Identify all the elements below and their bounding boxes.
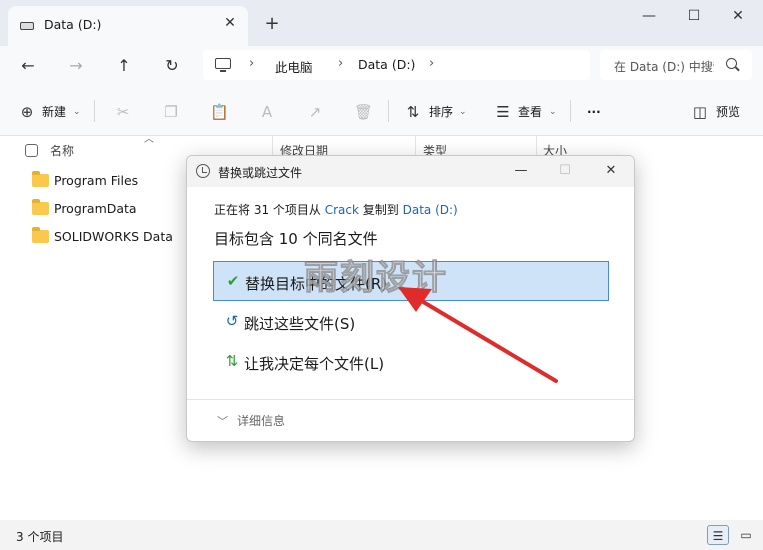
computer-icon — [215, 58, 231, 72]
divider — [187, 399, 634, 400]
preview-pane-icon: ◫ — [692, 103, 708, 121]
item-count: 3 个项目 — [16, 530, 64, 544]
tab-close-icon[interactable]: ✕ — [220, 13, 240, 33]
option-label: 让我决定每个文件(L) — [244, 355, 385, 373]
compare-files-icon: ⇅ — [225, 352, 239, 370]
divider — [388, 100, 389, 122]
navigation-bar: ← → ↑ ↻ › 此电脑 › Data (D:) › 在 Data (D:) … — [0, 46, 763, 86]
new-plus-icon: ⊕ — [20, 103, 34, 121]
chevron-down-icon: ⌄ — [73, 107, 81, 117]
chevron-down-icon: ⌄ — [549, 107, 557, 117]
dialog-close-button[interactable]: ✕ — [599, 161, 623, 181]
search-box[interactable]: 在 Data (D:) 中搜索 — [600, 50, 752, 80]
destination-link[interactable]: Data (D:) — [403, 203, 458, 217]
folder-icon — [32, 171, 49, 187]
preview-button[interactable]: 预览 — [716, 101, 740, 123]
skip-files-option[interactable]: ↺ 跳过这些文件(S) — [213, 302, 609, 342]
file-name: Program Files — [54, 173, 139, 188]
watermark: 雨刻设计 — [304, 258, 448, 299]
dialog-heading: 目标包含 10 个同名文件 — [214, 230, 378, 248]
copy-mid: 复制到 — [362, 203, 399, 217]
minimize-button[interactable]: — — [634, 6, 664, 26]
decide-each-file-option[interactable]: ⇅ 让我决定每个文件(L) — [213, 342, 609, 382]
more-options-button[interactable]: ··· — [587, 101, 601, 123]
breadcrumb-chevron-icon[interactable]: › — [249, 56, 254, 71]
clock-icon — [196, 164, 210, 178]
file-name: SOLIDWORKS Data — [54, 229, 173, 244]
more-details-button[interactable]: 详细信息 — [237, 412, 285, 429]
refresh-button[interactable]: ↻ — [160, 54, 184, 78]
breadcrumb-chevron-icon[interactable]: › — [338, 56, 343, 71]
option-label: 跳过这些文件(S) — [244, 315, 356, 333]
file-name: ProgramData — [54, 201, 137, 216]
list-item[interactable]: ProgramData — [32, 198, 192, 220]
new-button[interactable]: 新建 — [42, 101, 66, 123]
column-header-name[interactable]: 名称 — [50, 142, 74, 159]
search-icon — [726, 58, 737, 69]
sort-icon: ⇅ — [406, 103, 420, 121]
list-item[interactable]: Program Files — [32, 170, 192, 192]
title-bar: Data (D:) ✕ + — ☐ ✕ — [0, 0, 763, 46]
divider — [570, 100, 571, 122]
select-all-checkbox[interactable] — [25, 144, 38, 157]
breadcrumb-this-pc[interactable]: 此电脑 — [275, 57, 313, 76]
cut-icon[interactable]: ✂ — [114, 103, 132, 121]
copy-icon[interactable]: ❐ — [162, 103, 180, 121]
close-window-button[interactable]: ✕ — [723, 6, 753, 26]
command-bar: ⊕ 新建 ⌄ ✂ ❐ 📋 A ↗ 🗑 ⇅ 排序 ⌄ ☰ 查看 ⌄ ··· ◫ 预… — [0, 86, 763, 136]
undo-arrow-icon: ↺ — [225, 312, 239, 330]
tiles-view-button[interactable]: ▭ — [735, 525, 757, 545]
list-item[interactable]: SOLIDWORKS Data — [32, 226, 192, 248]
new-tab-button[interactable]: + — [262, 14, 282, 34]
copy-progress-text: 正在将 31 个项目从 Crack 复制到 Data (D:) — [214, 201, 458, 218]
breadcrumb-chevron-icon[interactable]: › — [429, 56, 434, 71]
dialog-minimize-button[interactable]: — — [509, 161, 533, 181]
view-icon: ☰ — [496, 103, 510, 121]
chevron-down-icon: ⌄ — [459, 107, 467, 117]
sort-button[interactable]: 排序 — [429, 101, 453, 123]
address-bar[interactable]: › 此电脑 › Data (D:) › — [203, 50, 590, 80]
breadcrumb-data-d[interactable]: Data (D:) — [358, 57, 415, 72]
paste-icon[interactable]: 📋 — [210, 103, 229, 121]
source-link[interactable]: Crack — [325, 203, 359, 217]
dialog-maximize-button: ☐ — [559, 163, 571, 178]
divider — [94, 100, 95, 122]
details-view-button[interactable]: ☰ — [707, 525, 729, 545]
back-button[interactable]: ← — [16, 54, 40, 78]
tab-title: Data (D:) — [44, 17, 102, 32]
copy-prefix: 正在将 31 个项目从 — [214, 203, 321, 217]
share-icon[interactable]: ↗ — [306, 103, 324, 121]
delete-icon[interactable]: 🗑 — [354, 103, 373, 121]
sort-ascending-icon: ︿ — [144, 134, 154, 145]
checkmark-icon: ✔ — [226, 272, 240, 290]
status-bar: 3 个项目 ☰ ▭ — [0, 520, 763, 550]
tab-data-d[interactable]: Data (D:) ✕ — [8, 6, 248, 46]
view-button[interactable]: 查看 — [518, 101, 542, 123]
rename-icon[interactable]: A — [258, 103, 276, 121]
drive-icon — [20, 22, 34, 30]
chevron-down-icon[interactable]: ﹀ — [217, 413, 228, 429]
search-input[interactable]: 在 Data (D:) 中搜索 — [614, 58, 714, 75]
maximize-button[interactable]: ☐ — [679, 6, 709, 26]
dialog-title: 替换或跳过文件 — [218, 166, 303, 180]
dialog-title-bar: 替换或跳过文件 — ☐ ✕ — [187, 156, 634, 187]
forward-button[interactable]: → — [64, 54, 88, 78]
folder-icon — [32, 227, 49, 243]
folder-icon — [32, 199, 49, 215]
up-button[interactable]: ↑ — [112, 54, 136, 78]
